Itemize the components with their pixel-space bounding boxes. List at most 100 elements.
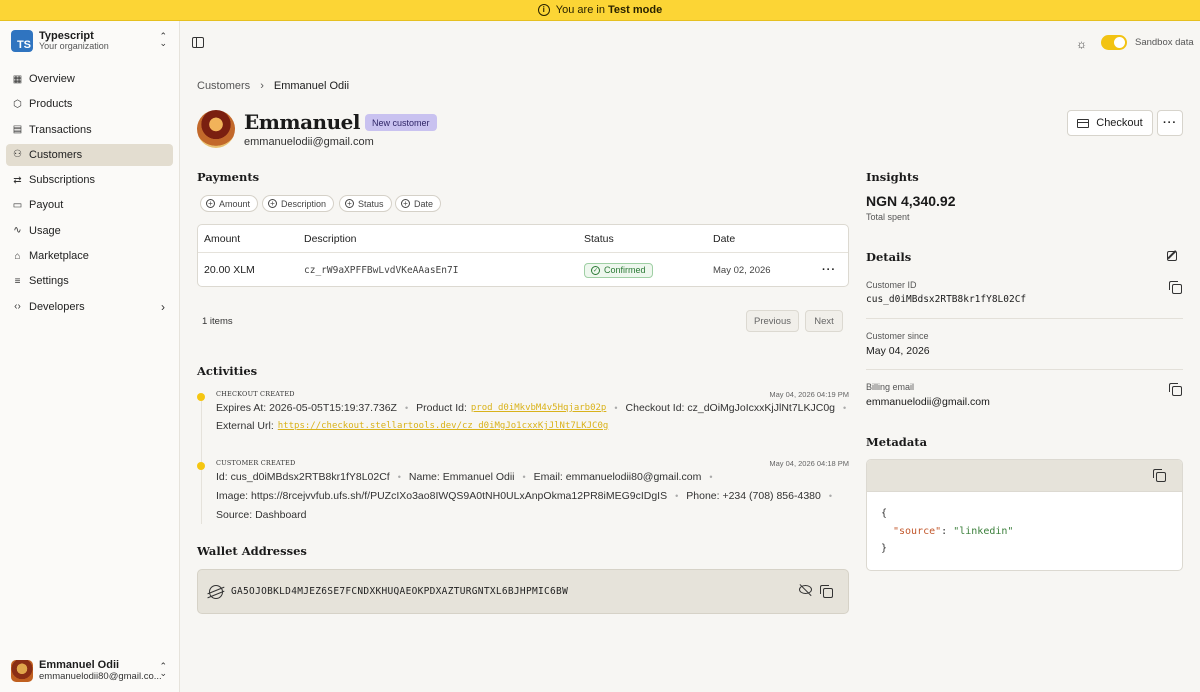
metadata-heading: Metadata <box>866 435 928 449</box>
payments-heading: Payments <box>197 170 260 184</box>
receipt-icon: ▤ <box>12 124 23 136</box>
sidebar-nav: ▦ Overview ⬡ Products ▤ Transactions ⚇ Custo… <box>6 68 173 321</box>
avatar <box>11 660 33 682</box>
activity-customer-id: Id: cus_d0iMBdsx2RTB8kr1fY8L02Cf <box>216 471 390 483</box>
plus-circle-icon: + <box>345 199 354 208</box>
breadcrumb-customers-link[interactable]: Customers <box>197 80 250 92</box>
activity-details: Id: cus_d0iMBdsx2RTB8kr1fY8L02Cf • Name:… <box>216 471 712 483</box>
json-colon: : <box>941 525 954 537</box>
sidebar-item-transactions[interactable]: ▤ Transactions <box>6 119 173 141</box>
activity-source: Source: Dashboard <box>216 509 307 521</box>
eye-off-icon[interactable] <box>799 585 812 594</box>
product-id-label: Product Id: <box>416 402 467 414</box>
activity-details: External Url: https://checkout.stellarto… <box>216 420 608 432</box>
repeat-icon: ⇄ <box>13 174 22 186</box>
next-button[interactable]: Next <box>805 310 843 332</box>
sandbox-toggle[interactable] <box>1101 35 1127 50</box>
activity-checkout-id: Checkout Id: cz_dOiMgJoIcxxKjJlNt7LKJC0g <box>625 402 836 414</box>
sidebar-item-label: Developers <box>29 300 85 313</box>
sidebar-item-products[interactable]: ⬡ Products <box>6 93 173 115</box>
cell-date: May 02, 2026 <box>713 264 771 276</box>
checkout-label: Checkout <box>1096 117 1143 129</box>
sidebar-item-usage[interactable]: ∿ Usage <box>6 220 173 242</box>
store-icon: ⌂ <box>14 250 21 262</box>
activity-image: Image: https://8rcejvvfub.ufs.sh/f/PUZcI… <box>216 490 668 502</box>
filter-date[interactable]: + Date <box>395 195 442 212</box>
customer-since-value: May 04, 2026 <box>866 345 930 357</box>
user-menu[interactable]: Emmanuel Odii emmanuelodii80@gmail.co...… <box>11 657 169 685</box>
more-actions-button[interactable]: ··· <box>1157 110 1183 136</box>
breadcrumb-current: Emmanuel Odii <box>273 80 350 92</box>
separator-dot: • <box>675 491 679 501</box>
json-brace: { <box>881 508 888 519</box>
json-entry: "source": "linkedin" <box>881 523 1013 541</box>
sidebar-item-payout[interactable]: ▭ Payout <box>6 194 173 216</box>
sidebar-item-marketplace[interactable]: ⌂ Marketplace <box>6 245 173 267</box>
customer-since-label: Customer since <box>866 331 929 341</box>
new-customer-badge: New customer <box>365 114 437 131</box>
wallet-address-card: GA5OJOBKLD4MJEZ6SE7FCNDXKHUQAEOKPDXAZTUR… <box>197 569 849 614</box>
sidebar-item-label: Overview <box>29 73 75 85</box>
activity-phone: Phone: +234 (708) 856-4380 <box>686 490 821 502</box>
sandbox-label: Sandbox data <box>1135 37 1194 48</box>
activity-details: Expires At: 2026-05-05T15:19:37.736Z • P… <box>216 402 846 414</box>
test-mode-banner: i You are in Test mode <box>0 0 1200 21</box>
activity-time: May 04, 2026 04:19 PM <box>769 390 849 399</box>
sun-icon[interactable]: ☼ <box>1076 37 1087 51</box>
filter-label: Amount <box>219 198 251 209</box>
sidebar-toggle-icon[interactable] <box>192 37 204 48</box>
separator-dot: • <box>843 403 847 413</box>
user-name: Emmanuel Odii <box>39 659 120 672</box>
wallet-icon: ▭ <box>12 199 23 211</box>
copy-icon[interactable] <box>820 585 833 598</box>
timeline-dot <box>197 462 205 470</box>
copy-icon[interactable] <box>1153 469 1166 482</box>
chevrons-up-down-icon: ⌃ ⌄ <box>159 31 167 49</box>
breadcrumb: Customers › Emmanuel Odii <box>197 80 349 92</box>
copy-icon[interactable] <box>1169 383 1182 396</box>
row-more-button[interactable]: ··· <box>822 264 836 276</box>
activity-email: Email: emmanuelodii80@gmail.com <box>533 471 702 483</box>
wallet-heading: Wallet Addresses <box>197 544 307 558</box>
checkout-button[interactable]: Checkout <box>1067 110 1153 136</box>
plus-circle-icon: + <box>401 199 410 208</box>
edit-icon[interactable] <box>1167 251 1177 261</box>
user-email: emmanuelodii80@gmail.co... <box>39 670 162 682</box>
activity-time: May 04, 2026 04:18 PM <box>769 459 849 468</box>
status-text: Confirmed <box>604 265 646 275</box>
external-url-link[interactable]: https://checkout.stellartools.dev/cz_d0i… <box>278 421 609 431</box>
billing-email-value: emmanuelodii@gmail.com <box>866 396 990 408</box>
sidebar-item-overview[interactable]: ▦ Overview <box>6 68 173 90</box>
sidebar-item-customers[interactable]: ⚇ Customers <box>6 143 173 166</box>
org-switcher[interactable]: TS Typescript Your organization ⌃ ⌄ <box>11 29 169 53</box>
json-key: "source" <box>893 525 942 537</box>
sidebar-item-developers[interactable]: ‹› Developers › <box>6 296 173 318</box>
previous-button[interactable]: Previous <box>746 310 799 332</box>
copy-icon[interactable] <box>1169 281 1182 294</box>
box-icon: ⬡ <box>13 98 22 110</box>
sidebar-item-settings[interactable]: ≡ Settings <box>6 270 173 292</box>
chevrons-up-down-icon: ⌃ ⌄ <box>159 661 167 679</box>
column-amount: Amount <box>204 232 241 245</box>
filter-label: Status <box>358 198 384 209</box>
customer-email: emmanuelodii@gmail.com <box>244 136 374 148</box>
filter-status[interactable]: + Status <box>339 195 392 212</box>
activity-title: CUSTOMER CREATED <box>216 459 296 467</box>
filter-description[interactable]: + Description <box>262 195 335 212</box>
cell-amount: 20.00 XLM <box>204 264 255 276</box>
table-header: Amount Description Status Date <box>198 225 848 253</box>
credit-card-icon <box>1077 118 1090 128</box>
info-icon: i <box>537 4 550 16</box>
json-brace: } <box>881 543 888 554</box>
payments-table: Amount Description Status Date 20.00 XLM… <box>197 224 849 287</box>
filter-amount[interactable]: + Amount <box>200 195 259 212</box>
column-description: Description <box>304 232 357 245</box>
plus-circle-icon: + <box>206 199 215 208</box>
stellar-icon <box>209 585 223 599</box>
chevron-right-icon: › <box>260 80 264 92</box>
sidebar-item-subscriptions[interactable]: ⇄ Subscriptions <box>6 169 173 191</box>
wallet-address: GA5OJOBKLD4MJEZ6SE7FCNDXKHUQAEOKPDXAZTUR… <box>231 586 569 597</box>
product-id-link[interactable]: prod_d0iMkvbM4v5Hqjarb02p <box>471 403 606 413</box>
external-url-label: External Url: <box>216 420 274 432</box>
table-row[interactable]: 20.00 XLM cz_rW9aXPFFBwLvdVKeAAasEn7I ✓ C… <box>198 253 848 286</box>
